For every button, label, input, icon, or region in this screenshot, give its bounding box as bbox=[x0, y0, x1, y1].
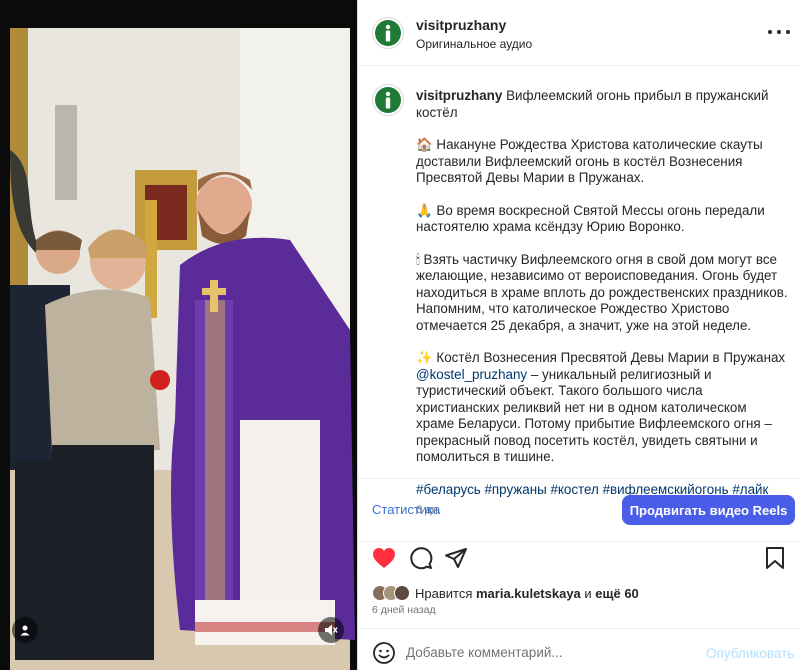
likes-text: Нравится maria.kuletskaya и ещё 60 bbox=[415, 586, 639, 601]
likes-middle: и bbox=[580, 585, 596, 601]
share-button[interactable] bbox=[443, 545, 469, 571]
post-date: 6 дней назад bbox=[372, 604, 436, 616]
caption-author-avatar[interactable] bbox=[372, 84, 404, 116]
save-button[interactable] bbox=[762, 545, 788, 571]
bookmark-icon bbox=[766, 547, 784, 569]
original-audio-link[interactable]: Оригинальное аудио bbox=[416, 37, 532, 51]
promote-reel-button[interactable]: Продвигать видео Reels bbox=[622, 495, 795, 525]
mute-toggle-button[interactable] bbox=[318, 617, 344, 643]
mention-link[interactable]: @kostel_pruzhany bbox=[416, 367, 527, 382]
more-horizontal-icon bbox=[768, 30, 772, 34]
comment-input[interactable] bbox=[406, 639, 696, 665]
caption-paragraph-1: 🏠 Накануне Рождества Христова католическ… bbox=[416, 137, 763, 185]
liker-username-link[interactable]: maria.kuletskaya bbox=[476, 586, 581, 601]
more-options-button[interactable] bbox=[768, 24, 790, 40]
caption-paragraph-3: 🕯 Взять частичку Вифлеемского огня в сво… bbox=[416, 251, 788, 333]
comment-bar: Опубликовать bbox=[358, 628, 800, 670]
tagged-users-button[interactable] bbox=[12, 617, 38, 643]
action-bar bbox=[358, 545, 800, 575]
post-caption: visitpruzhany Вифлеемский огонь прибыл в… bbox=[416, 88, 788, 519]
author-username-link[interactable]: visitpruzhany bbox=[416, 17, 506, 33]
paper-plane-icon bbox=[445, 548, 467, 568]
likes-summary: Нравится maria.kuletskaya и ещё 60 bbox=[372, 583, 639, 603]
comment-bubble-icon bbox=[410, 547, 433, 570]
likes-count-link[interactable]: ещё 60 bbox=[595, 586, 639, 601]
publish-comment-button[interactable]: Опубликовать bbox=[706, 646, 794, 661]
likes-prefix: Нравится bbox=[415, 585, 476, 601]
statistics-link[interactable]: Статистика bbox=[372, 502, 440, 517]
caption-paragraph-4: ✨ Костёл Вознесения Пресвятой Девы Марии… bbox=[416, 350, 788, 466]
author-avatar[interactable] bbox=[372, 17, 404, 49]
speaker-muted-icon bbox=[325, 624, 338, 636]
post-header: visitpruzhany Оригинальное аудио bbox=[358, 0, 800, 66]
heart-filled-icon bbox=[373, 548, 395, 568]
smiley-icon[interactable] bbox=[372, 641, 396, 665]
post-details-panel: visitpruzhany Оригинальное аудио visitpr… bbox=[357, 0, 800, 670]
user-tag-icon bbox=[20, 625, 30, 636]
post-media[interactable] bbox=[0, 0, 357, 670]
info-i-icon bbox=[385, 24, 391, 42]
like-button[interactable] bbox=[371, 545, 397, 571]
caption-p4-start: ✨ Костёл Вознесения Пресвятой Девы Марии… bbox=[416, 350, 786, 365]
caption-title-line: visitpruzhany Вифлеемский огонь прибыл в… bbox=[416, 88, 788, 121]
more-dot bbox=[786, 30, 790, 34]
liker-avatar[interactable] bbox=[394, 585, 410, 601]
info-i-icon bbox=[385, 91, 391, 109]
caption-username-link[interactable]: visitpruzhany bbox=[416, 88, 502, 103]
caption-paragraph-2: 🙏 Во время воскресной Святой Мессы огонь… bbox=[416, 202, 765, 235]
video-frame-image bbox=[0, 0, 357, 670]
comment-button[interactable] bbox=[408, 545, 434, 571]
more-dot bbox=[777, 30, 781, 34]
insights-bar: Статистика Продвигать видео Reels bbox=[358, 478, 800, 542]
